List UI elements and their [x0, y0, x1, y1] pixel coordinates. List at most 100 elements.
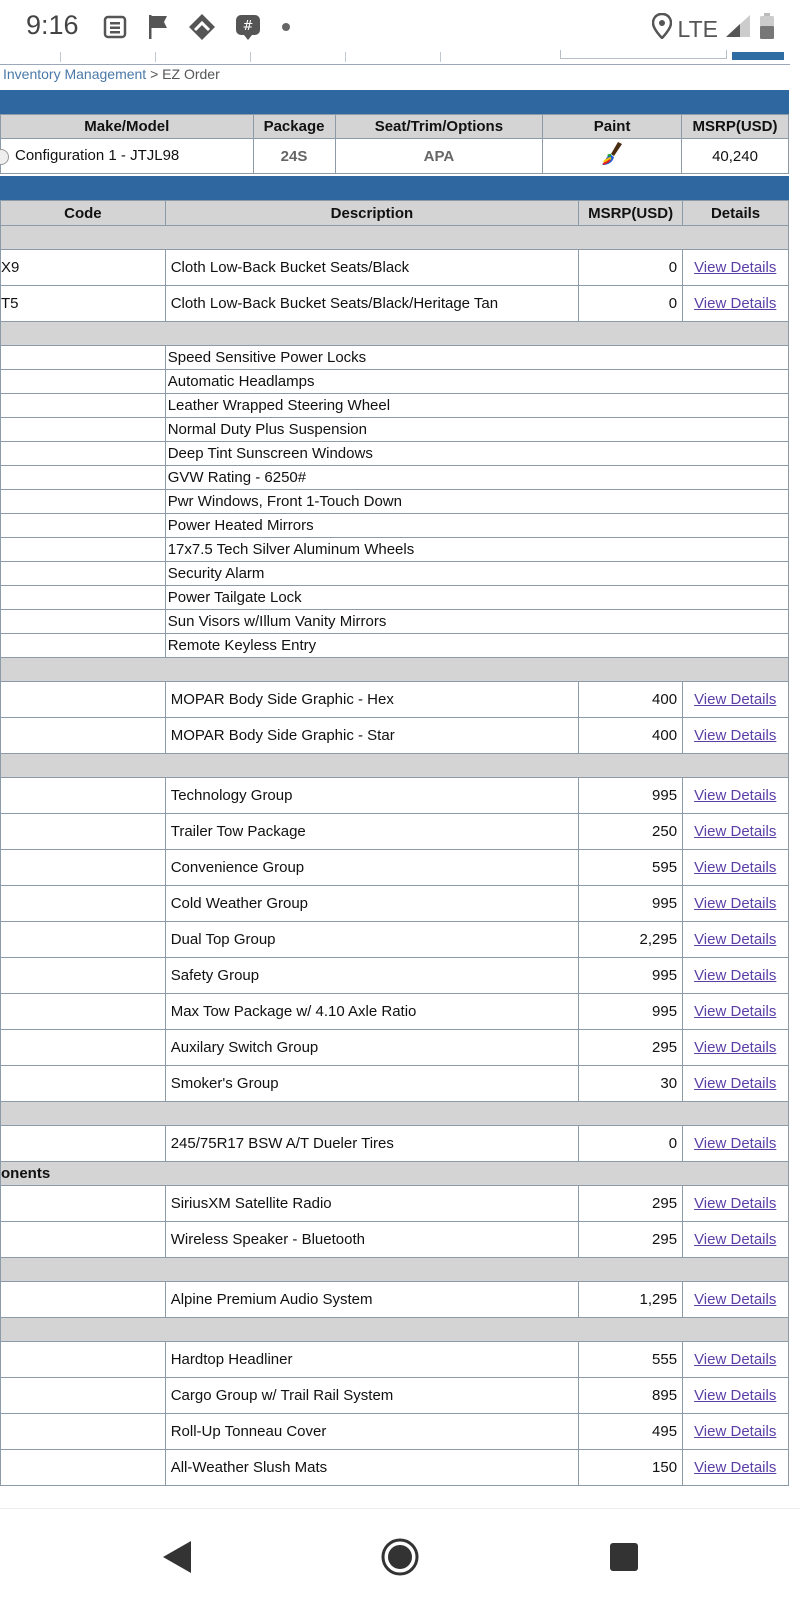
option-row: Roll-Up Tonneau Cover 495 View Details [0, 1413, 789, 1450]
standard-feature-row: Leather Wrapped Steering Wheel [0, 393, 790, 418]
breadcrumb-inventory-management[interactable]: Inventory Management [3, 66, 146, 82]
view-details-link[interactable]: View Details [694, 1003, 776, 1020]
standard-feature-row: Pwr Windows, Front 1-Touch Down [0, 489, 790, 514]
option-row: Convenience Group 595 View Details [0, 849, 789, 886]
view-details-link[interactable]: View Details [694, 1459, 776, 1476]
option-code [0, 1449, 166, 1486]
option-description: Cold Weather Group [164, 885, 580, 922]
signal-icon [724, 13, 752, 45]
view-details-link[interactable]: View Details [694, 1195, 776, 1212]
view-details-link[interactable]: View Details [694, 1135, 776, 1152]
section-header-label: onents [0, 1161, 789, 1186]
option-msrp: 250 [578, 813, 684, 850]
standard-feature-description: 17x7.5 Tech Silver Aluminum Wheels [164, 537, 790, 562]
view-details-link[interactable]: View Details [694, 1075, 776, 1092]
option-code [0, 1125, 166, 1162]
std-code-cell [0, 513, 166, 538]
option-msrp: 295 [578, 1029, 684, 1066]
standard-feature-row: Normal Duty Plus Suspension [0, 417, 790, 442]
option-code: X9 [0, 249, 166, 286]
option-description: Hardtop Headliner [164, 1341, 580, 1378]
status-bar: 9:16 # LTE [0, 0, 800, 52]
view-details-link[interactable]: View Details [694, 859, 776, 876]
option-details-cell: View Details [682, 1281, 789, 1318]
view-details-link[interactable]: View Details [694, 727, 776, 744]
view-details-link[interactable]: View Details [694, 1039, 776, 1056]
view-details-link[interactable]: View Details [694, 691, 776, 708]
option-row: Technology Group 995 View Details [0, 777, 789, 814]
dot-icon [280, 21, 292, 33]
config-make-model-cell: Configuration 1 - JTJL98 [0, 138, 254, 174]
option-description: Cargo Group w/ Trail Rail System [164, 1377, 580, 1414]
view-details-link[interactable]: View Details [694, 967, 776, 984]
configuration-table: Make/Model Package Seat/Trim/Options Pai… [0, 114, 789, 174]
view-details-link[interactable]: View Details [694, 895, 776, 912]
std-code-cell [0, 609, 166, 634]
section-header-label [0, 1317, 789, 1342]
option-details-cell: View Details [682, 1125, 789, 1162]
search-input[interactable] [560, 50, 727, 59]
option-msrp: 1,295 [578, 1281, 684, 1318]
std-code-cell [0, 537, 166, 562]
view-details-link[interactable]: View Details [694, 295, 776, 312]
android-nav-bar [0, 1508, 800, 1601]
option-description: Alpine Premium Audio System [164, 1281, 580, 1318]
option-code [0, 885, 166, 922]
option-code [0, 813, 166, 850]
std-code-cell [0, 441, 166, 466]
option-row: Cargo Group w/ Trail Rail System 895 View … [0, 1377, 789, 1414]
view-details-link[interactable]: View Details [694, 823, 776, 840]
option-msrp: 0 [578, 1125, 684, 1162]
option-msrp: 995 [578, 957, 684, 994]
option-msrp: 30 [578, 1065, 684, 1102]
view-details-link[interactable]: View Details [694, 1351, 776, 1368]
option-code [0, 1221, 166, 1258]
option-details-cell: View Details [682, 717, 789, 754]
option-msrp: 295 [578, 1185, 684, 1222]
view-details-link[interactable]: View Details [694, 1231, 776, 1248]
view-details-link[interactable]: View Details [694, 259, 776, 276]
news-icon [102, 14, 128, 40]
option-code [0, 1029, 166, 1066]
config-seat-trim: APA [334, 138, 544, 174]
option-msrp: 400 [578, 681, 684, 718]
network-label: LTE [677, 15, 718, 42]
option-details-cell: View Details [682, 849, 789, 886]
col-description: Description [164, 200, 580, 226]
option-description: Roll-Up Tonneau Cover [164, 1413, 580, 1450]
view-details-link[interactable]: View Details [694, 787, 776, 804]
system-status: LTE [651, 12, 776, 46]
option-details-cell: View Details [682, 1185, 789, 1222]
view-details-link[interactable]: View Details [694, 931, 776, 948]
section-header-label [0, 1257, 789, 1282]
option-details-cell: View Details [682, 1413, 789, 1450]
view-details-link[interactable]: View Details [694, 1291, 776, 1308]
view-details-link[interactable]: View Details [694, 1423, 776, 1440]
standard-feature-row: GVW Rating - 6250# [0, 465, 790, 490]
col-package: Package [252, 114, 336, 139]
section-header-label [0, 753, 789, 778]
section-header-row [0, 225, 789, 250]
option-row: Dual Top Group 2,295 View Details [0, 921, 789, 958]
standard-feature-description: Pwr Windows, Front 1-Touch Down [164, 489, 790, 514]
option-msrp: 995 [578, 885, 684, 922]
standard-feature-row: Power Heated Mirrors [0, 513, 790, 538]
view-details-link[interactable]: View Details [694, 1387, 776, 1404]
option-code [0, 993, 166, 1030]
search-button[interactable] [732, 52, 784, 60]
config-row: Configuration 1 - JTJL98 24S APA 40,240 [0, 138, 789, 174]
option-code [0, 1065, 166, 1102]
option-details-cell: View Details [682, 1377, 789, 1414]
option-description: Smoker's Group [164, 1065, 580, 1102]
col-make-model: Make/Model [0, 114, 254, 139]
back-icon[interactable] [160, 1539, 194, 1580]
config-radio[interactable] [0, 148, 9, 165]
standard-feature-description: Speed Sensitive Power Locks [164, 345, 790, 370]
home-icon[interactable] [380, 1537, 420, 1582]
option-description: Convenience Group [164, 849, 580, 886]
recents-icon[interactable] [608, 1541, 640, 1578]
option-row: MOPAR Body Side Graphic - Hex 400 View Det… [0, 681, 789, 718]
option-row: Cold Weather Group 995 View Details [0, 885, 789, 922]
paint-brush-icon[interactable] [598, 142, 626, 172]
config-header-band [0, 90, 789, 114]
